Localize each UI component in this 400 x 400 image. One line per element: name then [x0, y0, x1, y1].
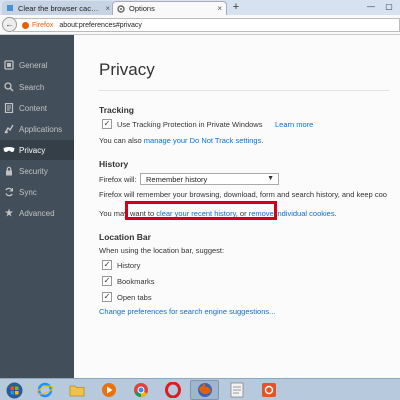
- tab-clear-cache[interactable]: Clear the browser cache - in ×: [2, 1, 114, 15]
- url-text: about:preferences#privacy: [59, 21, 142, 29]
- tab-close-icon[interactable]: ×: [105, 4, 110, 13]
- search-suggestions-preferences-link[interactable]: Change preferences for search engine sug…: [99, 307, 275, 316]
- history-heading: History: [99, 159, 129, 169]
- suggest-history-label: History: [117, 261, 141, 270]
- tab-label: Options: [129, 4, 155, 13]
- tracking-protection-checkbox[interactable]: ✓: [102, 119, 112, 129]
- url-bar[interactable]: Firefox about:preferences#privacy: [13, 18, 400, 32]
- dnt-prefix: You can also: [99, 136, 142, 145]
- search-icon: [3, 81, 15, 93]
- privacy-pane: Privacy Tracking ✓ Use Tracking Protecti…: [74, 35, 400, 378]
- sidebar-item-security[interactable]: Security: [0, 161, 74, 181]
- history-mode-value: Remember history: [146, 174, 208, 184]
- minimize-button[interactable]: —: [364, 1, 378, 13]
- suggest-bookmarks-label: Bookmarks: [117, 277, 155, 286]
- advanced-wizard-icon: [3, 207, 15, 219]
- clear-suffix: .: [334, 209, 337, 218]
- sidebar-item-advanced[interactable]: Advanced: [0, 203, 74, 223]
- sidebar-item-label: Search: [19, 82, 45, 92]
- maximize-button[interactable]: ▢: [382, 1, 396, 13]
- location-bar-suggest-label: When using the location bar, suggest:: [99, 246, 225, 255]
- location-bar-heading: Location Bar: [99, 232, 151, 242]
- start-orb-icon[interactable]: [0, 380, 29, 400]
- gear-icon: [117, 4, 125, 13]
- new-tab-button[interactable]: +: [230, 1, 242, 14]
- sidebar-item-label: Applications: [19, 124, 63, 134]
- sidebar-item-label: Sync: [19, 187, 37, 197]
- annotation-highlight-box: [125, 201, 277, 220]
- learn-more-link[interactable]: Learn more: [275, 120, 313, 129]
- opera-icon[interactable]: [158, 380, 187, 400]
- url-brand: Firefox: [32, 21, 54, 29]
- privacy-mask-icon: [3, 144, 15, 156]
- title-divider: [99, 90, 389, 91]
- sidebar-item-sync[interactable]: Sync: [0, 182, 74, 202]
- page-title: Privacy: [99, 60, 155, 79]
- tracking-protection-label: Use Tracking Protection in Private Windo…: [117, 120, 263, 129]
- sidebar-item-label: General: [19, 60, 48, 70]
- tab-label: Clear the browser cache - in: [18, 3, 102, 13]
- sidebar-item-label: Security: [19, 166, 48, 176]
- suggest-open-tabs-label: Open tabs: [117, 293, 152, 302]
- page-favicon-icon: [7, 5, 13, 11]
- sync-icon: [3, 186, 15, 198]
- back-button[interactable]: ←: [2, 17, 17, 32]
- history-description: Firefox will remember your browsing, dow…: [99, 190, 387, 199]
- sidebar-item-privacy[interactable]: Privacy: [0, 140, 74, 160]
- firefox-will-label: Firefox will:: [99, 175, 137, 184]
- dropdown-arrow-icon: ▼: [267, 175, 274, 182]
- firefox-identity-icon: [22, 21, 29, 29]
- sidebar-item-label: Privacy: [19, 145, 46, 155]
- notes-icon[interactable]: [222, 380, 251, 400]
- tracking-heading: Tracking: [99, 105, 134, 115]
- tab-options[interactable]: Options ×: [112, 1, 227, 15]
- history-mode-dropdown[interactable]: Remember history ▼: [140, 173, 279, 185]
- suggest-history-checkbox[interactable]: ✓: [102, 260, 112, 270]
- do-not-track-link[interactable]: manage your Do Not Track settings: [144, 136, 262, 145]
- preferences-sidebar: General Search Content Applications Priv…: [0, 35, 74, 378]
- general-icon: [3, 59, 15, 71]
- dnt-line: You can also manage your Do Not Track se…: [99, 136, 263, 145]
- firefox-icon[interactable]: [190, 380, 219, 400]
- applications-icon: [3, 123, 15, 135]
- security-lock-icon: [3, 165, 15, 177]
- internet-explorer-icon[interactable]: [30, 380, 59, 400]
- suggest-bookmarks-checkbox[interactable]: ✓: [102, 276, 112, 286]
- windows-taskbar: [0, 378, 400, 400]
- tab-strip: Clear the browser cache - in × Options ×…: [0, 0, 400, 15]
- tab-close-icon[interactable]: ×: [217, 4, 222, 13]
- file-explorer-icon[interactable]: [62, 380, 91, 400]
- sidebar-item-search[interactable]: Search: [0, 77, 74, 97]
- sidebar-item-label: Advanced: [19, 208, 55, 218]
- navigation-bar: Firefox about:preferences#privacy ←: [0, 15, 400, 35]
- dnt-suffix: .: [261, 136, 264, 145]
- sidebar-item-content[interactable]: Content: [0, 98, 74, 118]
- chrome-icon[interactable]: [126, 380, 155, 400]
- sidebar-item-general[interactable]: General: [0, 55, 74, 75]
- content-icon: [3, 102, 15, 114]
- suggest-open-tabs-checkbox[interactable]: ✓: [102, 292, 112, 302]
- media-player-icon[interactable]: [94, 380, 123, 400]
- sidebar-item-applications[interactable]: Applications: [0, 119, 74, 139]
- photo-app-icon[interactable]: [254, 380, 283, 400]
- sidebar-item-label: Content: [19, 103, 48, 113]
